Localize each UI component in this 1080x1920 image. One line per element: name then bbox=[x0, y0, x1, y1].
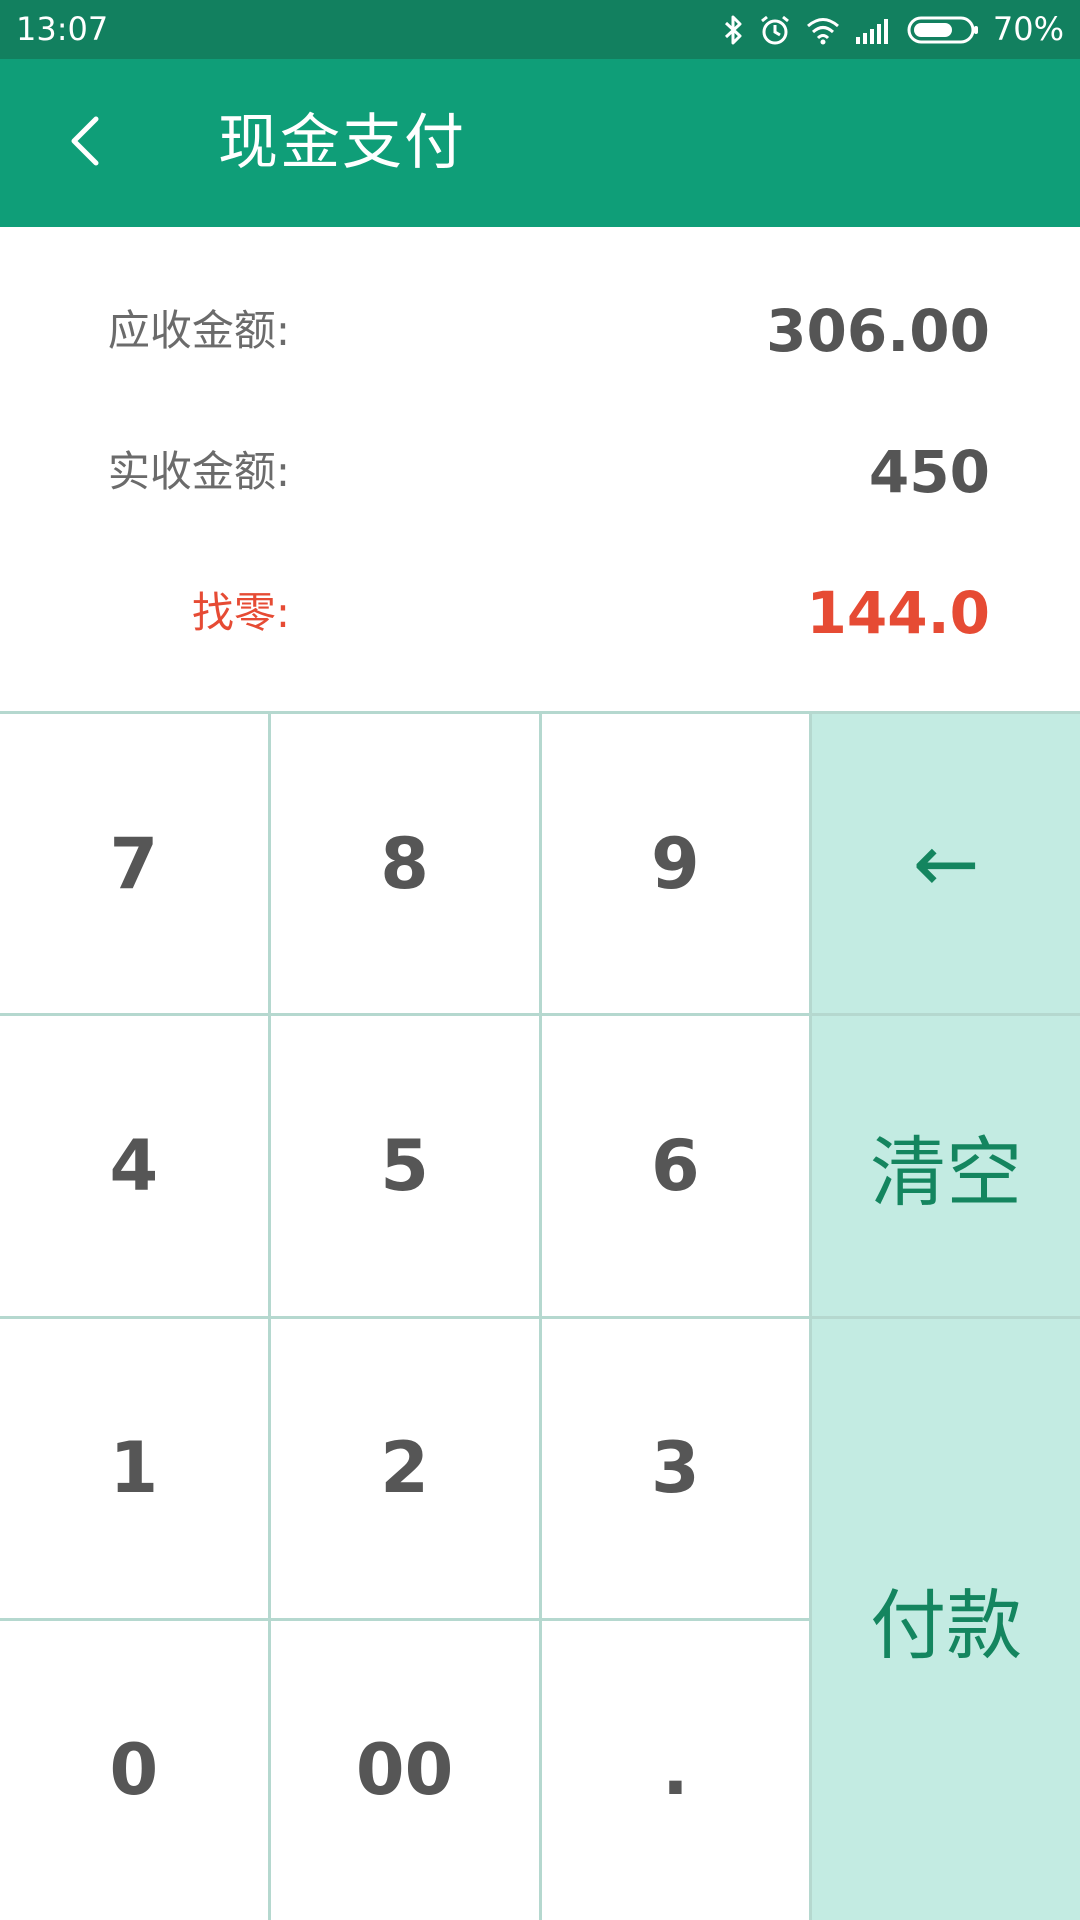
bluetooth-icon bbox=[723, 14, 745, 46]
key-6[interactable]: 6 bbox=[541, 1016, 810, 1316]
status-bar: 13:07 70% bbox=[0, 0, 1080, 59]
key-5[interactable]: 5 bbox=[270, 1016, 539, 1316]
backspace-button[interactable]: ← bbox=[812, 714, 1080, 1014]
key-9[interactable]: 9 bbox=[541, 714, 810, 1014]
change-amount: 144.0 bbox=[806, 579, 990, 647]
key-8[interactable]: 8 bbox=[270, 714, 539, 1014]
wifi-icon bbox=[805, 15, 841, 45]
change-row: 找零: 144.0 bbox=[0, 563, 1080, 663]
receivable-label: 应收金额: bbox=[107, 306, 290, 355]
change-label: 找零: bbox=[191, 588, 290, 637]
key-3[interactable]: 3 bbox=[541, 1318, 810, 1618]
key-7[interactable]: 7 bbox=[0, 714, 268, 1014]
key-1[interactable]: 1 bbox=[0, 1318, 268, 1618]
battery-icon bbox=[907, 15, 979, 45]
numeric-keypad: 7 8 9 ← 4 5 6 清空 1 2 3 付款 0 00 . bbox=[0, 711, 1080, 1920]
receivable-amount: 306.00 bbox=[766, 297, 990, 365]
payment-summary: 应收金额: 306.00 实收金额: 450 找零: 144.0 bbox=[0, 227, 1080, 711]
clear-button[interactable]: 清空 bbox=[812, 1016, 1080, 1316]
key-4[interactable]: 4 bbox=[0, 1016, 268, 1316]
back-button[interactable] bbox=[44, 101, 128, 185]
key-0[interactable]: 0 bbox=[0, 1620, 268, 1920]
battery-percent: 70% bbox=[992, 10, 1064, 48]
key-2[interactable]: 2 bbox=[270, 1318, 539, 1618]
signal-icon bbox=[855, 15, 893, 45]
receivable-row: 应收金额: 306.00 bbox=[0, 281, 1080, 381]
received-amount: 450 bbox=[868, 438, 990, 506]
status-icons: 70% bbox=[723, 0, 1064, 59]
status-time: 13:07 bbox=[16, 10, 109, 48]
app-bar: 现金支付 bbox=[0, 59, 1080, 227]
alarm-icon bbox=[759, 14, 791, 46]
chevron-left-icon bbox=[66, 111, 106, 175]
key-00[interactable]: 00 bbox=[270, 1620, 539, 1920]
pay-button[interactable]: 付款 bbox=[812, 1318, 1080, 1920]
received-row: 实收金额: 450 bbox=[0, 422, 1080, 522]
key-decimal[interactable]: . bbox=[541, 1620, 810, 1920]
received-label: 实收金额: bbox=[107, 447, 290, 496]
page-title: 现金支付 bbox=[218, 108, 466, 178]
